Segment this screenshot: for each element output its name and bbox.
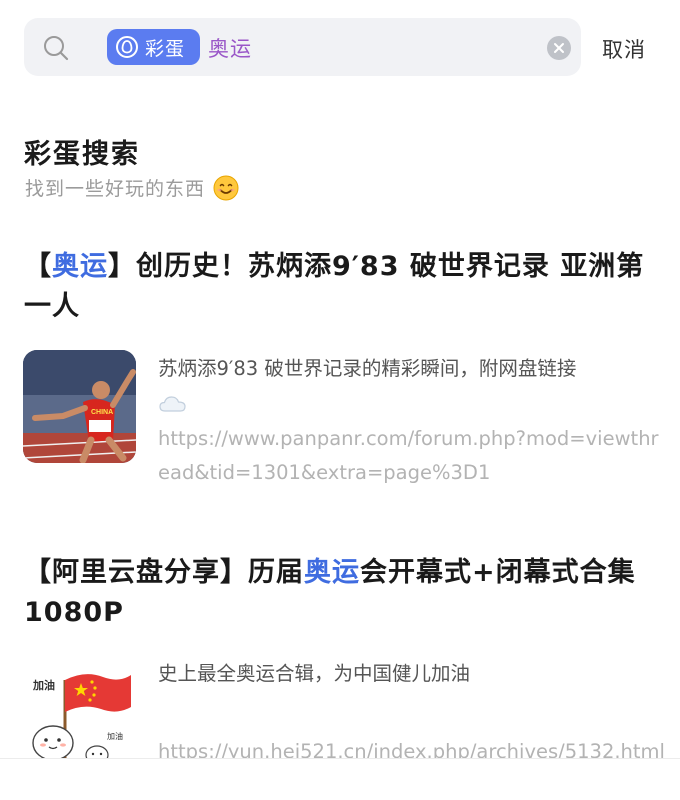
result-title-link[interactable]: 【阿里云盘分享】历届奥运会开幕式+闭幕式合集 1080P [24, 553, 654, 633]
cancel-button[interactable]: 取消 [602, 34, 646, 64]
result-url[interactable]: https://www.panpanr.com/forum.php?mod=vi… [158, 422, 668, 490]
clear-icon[interactable] [547, 36, 571, 60]
result-title-link[interactable]: 【奥运】创历史！苏炳添9′83 破世界记录 亚洲第一人 [24, 247, 654, 327]
flag-sticker-image: 加油 加油 [23, 655, 136, 768]
smile-icon [213, 175, 239, 200]
result-thumbnail[interactable]: CHINA [23, 350, 136, 463]
section-subtitle-text: 找到一些好玩的东西 [25, 178, 206, 200]
search-header: 彩蛋 奥运 取消 [0, 0, 680, 96]
result-description: 苏炳添9′83 破世界记录的精彩瞬间，附网盘链接 [158, 352, 658, 420]
result-description-text: 苏炳添9′83 破世界记录的精彩瞬间，附网盘链接 [158, 357, 577, 380]
egg-icon [116, 36, 138, 58]
close-icon [554, 43, 564, 53]
section-title: 彩蛋搜索 [24, 139, 140, 170]
result-title-highlight: 奥运 [52, 251, 108, 282]
section-subtitle: 找到一些好玩的东西 [25, 174, 239, 201]
thumbnail-jersey-text: CHINA [91, 409, 113, 416]
search-icon [44, 36, 69, 61]
result-title-rest: 】创历史！苏炳添9′83 破世界记录 亚洲第一人 [24, 251, 645, 322]
egg-tag-label: 彩蛋 [145, 37, 186, 60]
cloud-icon [159, 395, 186, 412]
sprinter-photo: CHINA [23, 350, 136, 463]
search-box[interactable]: 彩蛋 奥运 [24, 18, 581, 76]
bottom-bar [0, 758, 680, 800]
result-title-prefix: 【阿里云盘分享】历届 [24, 557, 304, 588]
sticker-text-1: 加油 [32, 678, 55, 692]
sticker-text-2: 加油 [107, 731, 123, 741]
result-thumbnail[interactable]: 加油 加油 [23, 655, 136, 768]
result-title-prefix: 【 [24, 251, 52, 282]
result-title-highlight: 奥运 [304, 557, 360, 588]
result-description: 史上最全奥运合辑，为中国健儿加油 [158, 662, 471, 685]
search-input[interactable]: 奥运 [208, 33, 252, 63]
egg-search-tag[interactable]: 彩蛋 [107, 29, 200, 65]
